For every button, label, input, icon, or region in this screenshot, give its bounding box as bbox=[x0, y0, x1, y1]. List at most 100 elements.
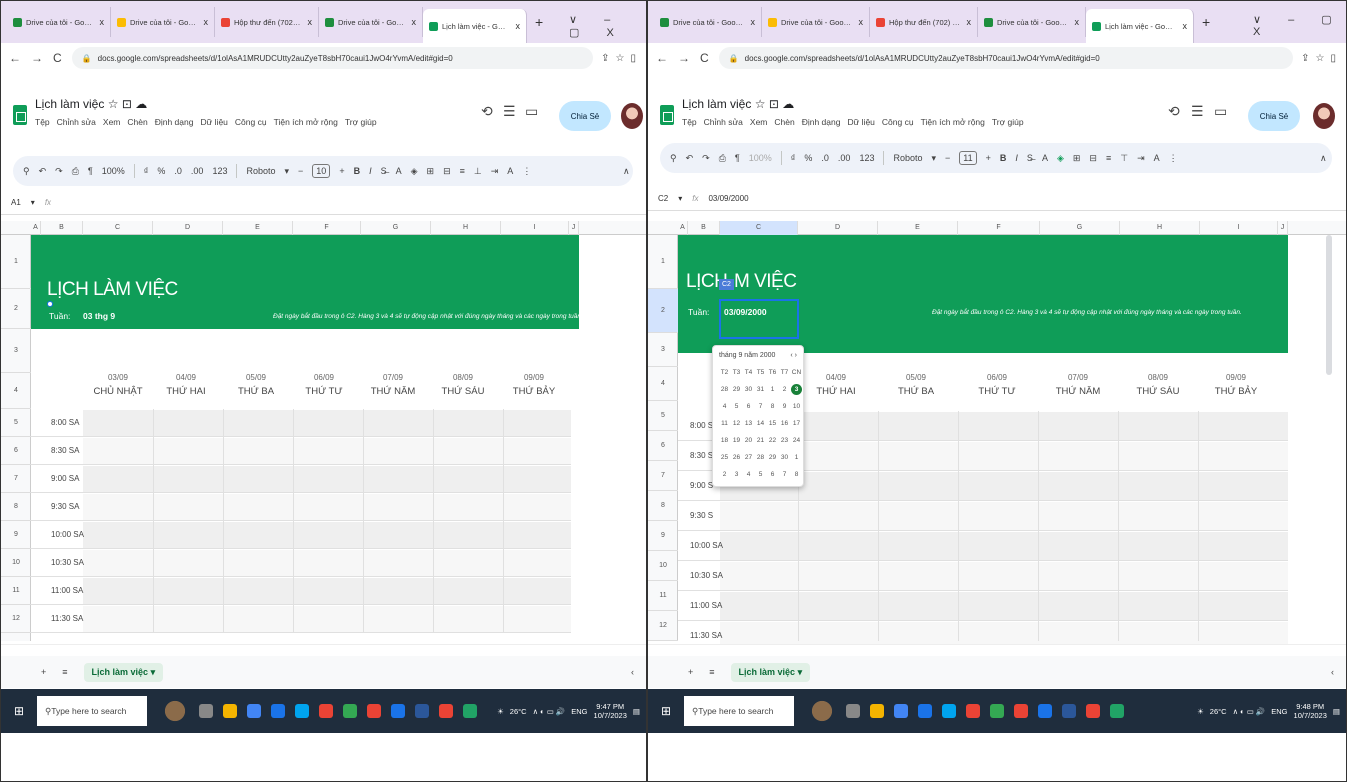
sheet-tab-active[interactable]: Lịch làm việc ▾ bbox=[83, 662, 164, 682]
decimal-decrease-icon[interactable]: .0 bbox=[174, 166, 182, 176]
sheet-nav-icon[interactable]: ‹ bbox=[1331, 667, 1334, 677]
menu-item[interactable]: Xem bbox=[750, 117, 767, 127]
zoom-select[interactable]: 100% bbox=[749, 153, 772, 163]
cloud-icon[interactable]: ☁ bbox=[782, 97, 794, 111]
week-value[interactable]: 03 thg 9 bbox=[83, 311, 115, 321]
taskbar-app-icon[interactable] bbox=[439, 704, 453, 718]
calendar-date[interactable]: 16 bbox=[779, 418, 790, 429]
taskbar-app-icon[interactable] bbox=[343, 704, 357, 718]
text-color-icon[interactable]: A bbox=[1042, 153, 1048, 163]
taskbar-app-icon[interactable] bbox=[1038, 704, 1052, 718]
clock[interactable]: 9:47 PM 10/7/2023 bbox=[594, 702, 627, 720]
week-value[interactable]: 03/09/2000 bbox=[724, 307, 767, 317]
time-slot-bg[interactable] bbox=[720, 592, 1288, 620]
url-field[interactable]: 🔒 docs.google.com/spreadsheets/d/1olAsA1M… bbox=[71, 47, 594, 69]
bold-icon[interactable]: B bbox=[1000, 153, 1007, 163]
menu-item[interactable]: Công cụ bbox=[235, 117, 267, 127]
folder-icon[interactable]: ⊡ bbox=[769, 97, 779, 111]
fill-color-icon[interactable]: ◈ bbox=[411, 166, 418, 177]
column-header[interactable]: A bbox=[678, 221, 688, 235]
font-size-plus-icon[interactable]: + bbox=[986, 153, 991, 163]
calendar-date[interactable]: 29 bbox=[731, 384, 742, 395]
menu-item[interactable]: Trợ giúp bbox=[345, 117, 377, 127]
taskbar-app-icon[interactable] bbox=[295, 704, 309, 718]
windows-start-icon[interactable]: ⊞ bbox=[654, 699, 678, 723]
align-icon[interactable]: ≡ bbox=[460, 166, 465, 176]
taskbar-app-icon[interactable] bbox=[415, 704, 429, 718]
calendar-date[interactable]: 19 bbox=[731, 435, 742, 446]
name-box-dropdown-icon[interactable]: ▾ bbox=[678, 194, 682, 203]
tab-3[interactable]: Drive của tôi - Google Drivex bbox=[978, 7, 1086, 37]
percent-icon[interactable]: % bbox=[157, 166, 165, 176]
column-header[interactable]: E bbox=[878, 221, 958, 235]
tab-close-icon[interactable]: x bbox=[1177, 21, 1188, 31]
print-icon[interactable]: ⎙ bbox=[719, 153, 726, 164]
taskbar-app-icon[interactable] bbox=[391, 704, 405, 718]
share-button[interactable]: Chia Sẻ bbox=[559, 101, 611, 131]
valign-icon[interactable]: ⊤ bbox=[1120, 153, 1128, 164]
menu-item[interactable]: Chèn bbox=[774, 117, 794, 127]
calendar-date[interactable]: 8 bbox=[767, 401, 778, 412]
borders-icon[interactable]: ⊞ bbox=[1073, 153, 1081, 164]
time-slot-bg[interactable] bbox=[83, 522, 571, 548]
row-header[interactable]: 1 bbox=[648, 235, 678, 289]
calendar-date[interactable]: 13 bbox=[743, 418, 754, 429]
column-header[interactable]: C bbox=[720, 221, 798, 235]
redo-icon[interactable]: ↷ bbox=[55, 166, 63, 177]
taskbar-app-icon[interactable] bbox=[918, 704, 932, 718]
time-slot-bg[interactable] bbox=[83, 550, 571, 576]
row-header[interactable]: 3 bbox=[648, 333, 678, 367]
taskbar-app-icon[interactable] bbox=[463, 704, 477, 718]
calendar-date[interactable]: 8 bbox=[791, 469, 802, 480]
tab-4[interactable]: Lịch làm việc - Google Trangx bbox=[1086, 9, 1194, 43]
calendar-date[interactable]: 27 bbox=[743, 452, 754, 463]
calendar-date[interactable]: 30 bbox=[743, 384, 754, 395]
strikethrough-icon[interactable]: S̶ bbox=[381, 166, 387, 176]
clock[interactable]: 9:48 PM 10/7/2023 bbox=[1294, 702, 1327, 720]
font-dropdown-icon[interactable]: ▾ bbox=[932, 153, 937, 164]
window-controls[interactable]: ∨ – ▢ X bbox=[569, 13, 646, 39]
search-icon[interactable]: ⚲ bbox=[23, 166, 30, 177]
taskbar-app-icon[interactable] bbox=[1086, 704, 1100, 718]
column-header[interactable]: A bbox=[31, 221, 41, 235]
comments-icon[interactable]: ☰ bbox=[1191, 103, 1204, 120]
taskbar-app-icon[interactable] bbox=[367, 704, 381, 718]
taskbar-app-icon[interactable] bbox=[1014, 704, 1028, 718]
row-header[interactable]: 4 bbox=[648, 367, 678, 401]
star-icon[interactable]: ☆ bbox=[755, 97, 766, 111]
menu-item[interactable]: Dữ liệu bbox=[847, 117, 874, 127]
time-slot-bg[interactable] bbox=[720, 472, 1288, 500]
font-select[interactable]: Roboto bbox=[246, 166, 275, 176]
calendar-date[interactable]: 5 bbox=[731, 401, 742, 412]
column-header[interactable]: F bbox=[293, 221, 361, 235]
calendar-date[interactable]: 21 bbox=[755, 435, 766, 446]
rotate-icon[interactable]: A bbox=[1154, 153, 1160, 163]
calendar-date[interactable]: 6 bbox=[743, 401, 754, 412]
taskbar-app-icon[interactable] bbox=[990, 704, 1004, 718]
column-header[interactable]: G bbox=[1040, 221, 1120, 235]
tab-close-icon[interactable]: x bbox=[853, 17, 864, 27]
row-header[interactable]: 6 bbox=[1, 437, 31, 465]
tab-close-icon[interactable]: x bbox=[1069, 17, 1080, 27]
row-header[interactable]: 6 bbox=[648, 431, 678, 461]
menu-item[interactable]: Xem bbox=[103, 117, 120, 127]
paint-format-icon[interactable]: ¶ bbox=[735, 153, 740, 163]
more-icon[interactable]: ⋮ bbox=[1169, 153, 1178, 164]
tab-close-icon[interactable]: x bbox=[961, 17, 972, 27]
font-size-plus-icon[interactable]: + bbox=[339, 166, 344, 176]
taskbar-app-icon[interactable] bbox=[1110, 704, 1124, 718]
tray-icons[interactable]: ∧ ◐ ▭ 🔊 bbox=[533, 707, 566, 716]
tab-close-icon[interactable]: x bbox=[745, 17, 756, 27]
row-header[interactable]: 8 bbox=[648, 491, 678, 521]
row-header[interactable]: 12 bbox=[1, 605, 31, 633]
merge-icon[interactable]: ⊟ bbox=[443, 166, 451, 177]
share-button[interactable]: Chia Sẻ bbox=[1248, 101, 1300, 131]
column-header[interactable]: H bbox=[1120, 221, 1200, 235]
weather-icon[interactable]: ☀ bbox=[1197, 707, 1204, 716]
menu-item[interactable]: Chỉnh sửa bbox=[57, 117, 96, 127]
cloud-icon[interactable]: ☁ bbox=[135, 97, 147, 111]
decimal-increase-icon[interactable]: .00 bbox=[191, 166, 204, 176]
paint-format-icon[interactable]: ¶ bbox=[88, 166, 93, 176]
tab-close-icon[interactable]: x bbox=[510, 21, 521, 31]
vertical-scrollbar[interactable] bbox=[1326, 235, 1332, 375]
